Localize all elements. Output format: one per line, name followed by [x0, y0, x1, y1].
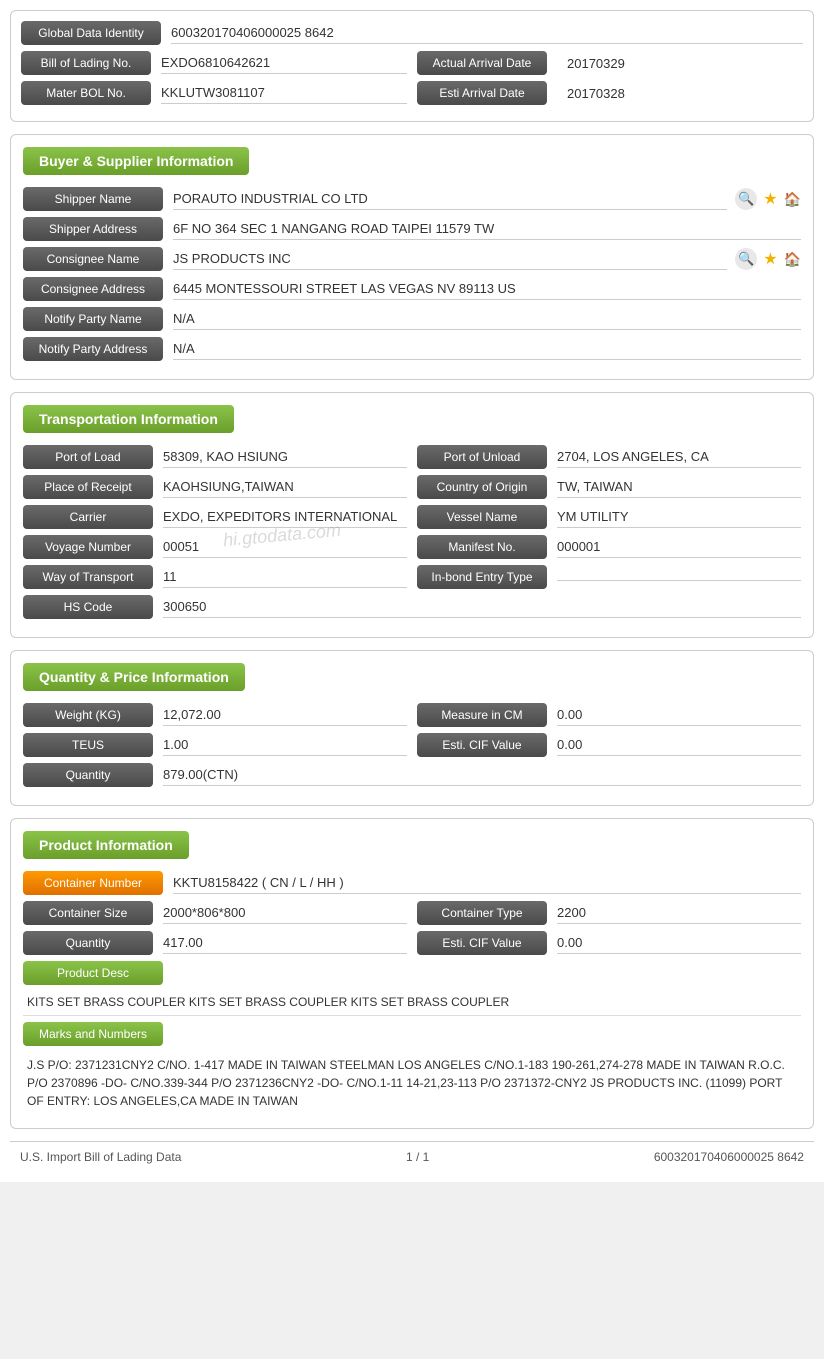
quantity-price-section-title: Quantity & Price Information [23, 663, 245, 691]
weight-value: 12,072.00 [163, 704, 407, 726]
vessel-name-value: YM UTILITY [557, 506, 801, 528]
notify-party-name-label: Notify Party Name [23, 307, 163, 331]
weight-label: Weight (KG) [23, 703, 153, 727]
shipper-search-icon[interactable]: 🔍 [735, 188, 757, 210]
container-size-label: Container Size [23, 901, 153, 925]
notify-party-address-value: N/A [173, 338, 801, 360]
port-unload-value: 2704, LOS ANGELES, CA [557, 446, 801, 468]
container-number-row: Container Number KKTU8158422 ( CN / L / … [23, 871, 801, 895]
esti-cif-value-label: Esti. CIF Value [417, 733, 547, 757]
consignee-star-icon[interactable]: ★ [763, 249, 777, 269]
notify-party-name-row: Notify Party Name N/A [23, 307, 801, 331]
notify-party-name-value: N/A [173, 308, 801, 330]
consignee-address-row: Consignee Address 6445 MONTESSOURI STREE… [23, 277, 801, 301]
inbond-entry-type-value [557, 574, 801, 581]
container-size-value: 2000*806*800 [163, 902, 407, 924]
country-origin-value: TW, TAIWAN [557, 476, 801, 498]
measure-cm-label: Measure in CM [417, 703, 547, 727]
product-desc-row: Product Desc [23, 961, 801, 985]
consignee-address-value: 6445 MONTESSOURI STREET LAS VEGAS NV 891… [173, 278, 801, 300]
container-type-label: Container Type [417, 901, 547, 925]
consignee-name-row: Consignee Name JS PRODUCTS INC 🔍 ★ 🏠 [23, 247, 801, 271]
shipper-name-value: PORAUTO INDUSTRIAL CO LTD [173, 188, 727, 210]
product-section-title: Product Information [23, 831, 189, 859]
port-load-label: Port of Load [23, 445, 153, 469]
product-esti-cif-value: 0.00 [557, 932, 801, 954]
manifest-no-label: Manifest No. [417, 535, 547, 559]
product-esti-cif-label: Esti. CIF Value [417, 931, 547, 955]
marks-numbers-text: J.S P/O: 2371231CNY2 C/NO. 1-417 MADE IN… [23, 1050, 801, 1116]
shipper-address-value: 6F NO 364 SEC 1 NANGANG ROAD TAIPEI 1157… [173, 218, 801, 240]
product-desc-text: KITS SET BRASS COUPLER KITS SET BRASS CO… [23, 989, 801, 1016]
footer-center: 1 / 1 [406, 1150, 429, 1164]
place-receipt-value: KAOHSIUNG,TAIWAN [163, 476, 407, 498]
marks-numbers-label: Marks and Numbers [23, 1022, 163, 1046]
product-desc-label: Product Desc [23, 961, 163, 985]
hs-code-label: HS Code [23, 595, 153, 619]
actual-arrival-date-value: 20170329 [567, 56, 625, 71]
esti-arrival-date-value: 20170328 [567, 86, 625, 101]
actual-arrival-date-label: Actual Arrival Date [417, 51, 547, 75]
port-unload-label: Port of Unload [417, 445, 547, 469]
consignee-name-value: JS PRODUCTS INC [173, 248, 727, 270]
bill-of-lading-value: EXDO6810642621 [161, 52, 407, 74]
product-quantity-label: Quantity [23, 931, 153, 955]
shipper-name-row: Shipper Name PORAUTO INDUSTRIAL CO LTD 🔍… [23, 187, 801, 211]
inbond-entry-type-label: In-bond Entry Type [417, 565, 547, 589]
container-number-value: KKTU8158422 ( CN / L / HH ) [173, 872, 801, 894]
vessel-name-label: Vessel Name [417, 505, 547, 529]
place-receipt-label: Place of Receipt [23, 475, 153, 499]
notify-party-address-label: Notify Party Address [23, 337, 163, 361]
measure-cm-value: 0.00 [557, 704, 801, 726]
quantity-row: Quantity 879.00(CTN) [23, 763, 801, 787]
teus-value: 1.00 [163, 734, 407, 756]
container-type-value: 2200 [557, 902, 801, 924]
global-data-identity-value: 600320170406000025 8642 [171, 22, 803, 44]
consignee-address-label: Consignee Address [23, 277, 163, 301]
carrier-label: Carrier [23, 505, 153, 529]
marks-numbers-row: Marks and Numbers [23, 1022, 801, 1046]
esti-arrival-date-label: Esti Arrival Date [417, 81, 547, 105]
consignee-home-icon[interactable]: 🏠 [784, 251, 801, 268]
transportation-section-title: Transportation Information [23, 405, 234, 433]
consignee-search-icon[interactable]: 🔍 [735, 248, 757, 270]
product-quantity-value: 417.00 [163, 932, 407, 954]
consignee-name-label: Consignee Name [23, 247, 163, 271]
quantity-value: 879.00(CTN) [163, 764, 801, 786]
voyage-number-label: Voyage Number [23, 535, 153, 559]
manifest-no-value: 000001 [557, 536, 801, 558]
notify-party-address-row: Notify Party Address N/A [23, 337, 801, 361]
mater-bol-label: Mater BOL No. [21, 81, 151, 105]
shipper-name-label: Shipper Name [23, 187, 163, 211]
global-data-identity-label: Global Data Identity [21, 21, 161, 45]
container-number-label: Container Number [23, 871, 163, 895]
quantity-label: Quantity [23, 763, 153, 787]
voyage-number-value: 00051 [163, 536, 407, 558]
esti-cif-value: 0.00 [557, 734, 801, 756]
mater-bol-value: KKLUTW3081107 [161, 82, 407, 104]
footer-right: 600320170406000025 8642 [654, 1150, 804, 1164]
shipper-address-label: Shipper Address [23, 217, 163, 241]
port-load-value: 58309, KAO HSIUNG [163, 446, 407, 468]
buyer-supplier-section-title: Buyer & Supplier Information [23, 147, 249, 175]
way-of-transport-label: Way of Transport [23, 565, 153, 589]
country-origin-label: Country of Origin [417, 475, 547, 499]
shipper-star-icon[interactable]: ★ [763, 189, 777, 209]
bill-of-lading-label: Bill of Lading No. [21, 51, 151, 75]
way-of-transport-value: 11 [163, 566, 407, 588]
hs-code-value: 300650 [163, 596, 801, 618]
carrier-value: EXDO, EXPEDITORS INTERNATIONAL [163, 506, 407, 528]
shipper-address-row: Shipper Address 6F NO 364 SEC 1 NANGANG … [23, 217, 801, 241]
footer-left: U.S. Import Bill of Lading Data [20, 1150, 181, 1164]
hs-code-row: HS Code 300650 [23, 595, 801, 619]
shipper-home-icon[interactable]: 🏠 [784, 191, 801, 208]
teus-label: TEUS [23, 733, 153, 757]
